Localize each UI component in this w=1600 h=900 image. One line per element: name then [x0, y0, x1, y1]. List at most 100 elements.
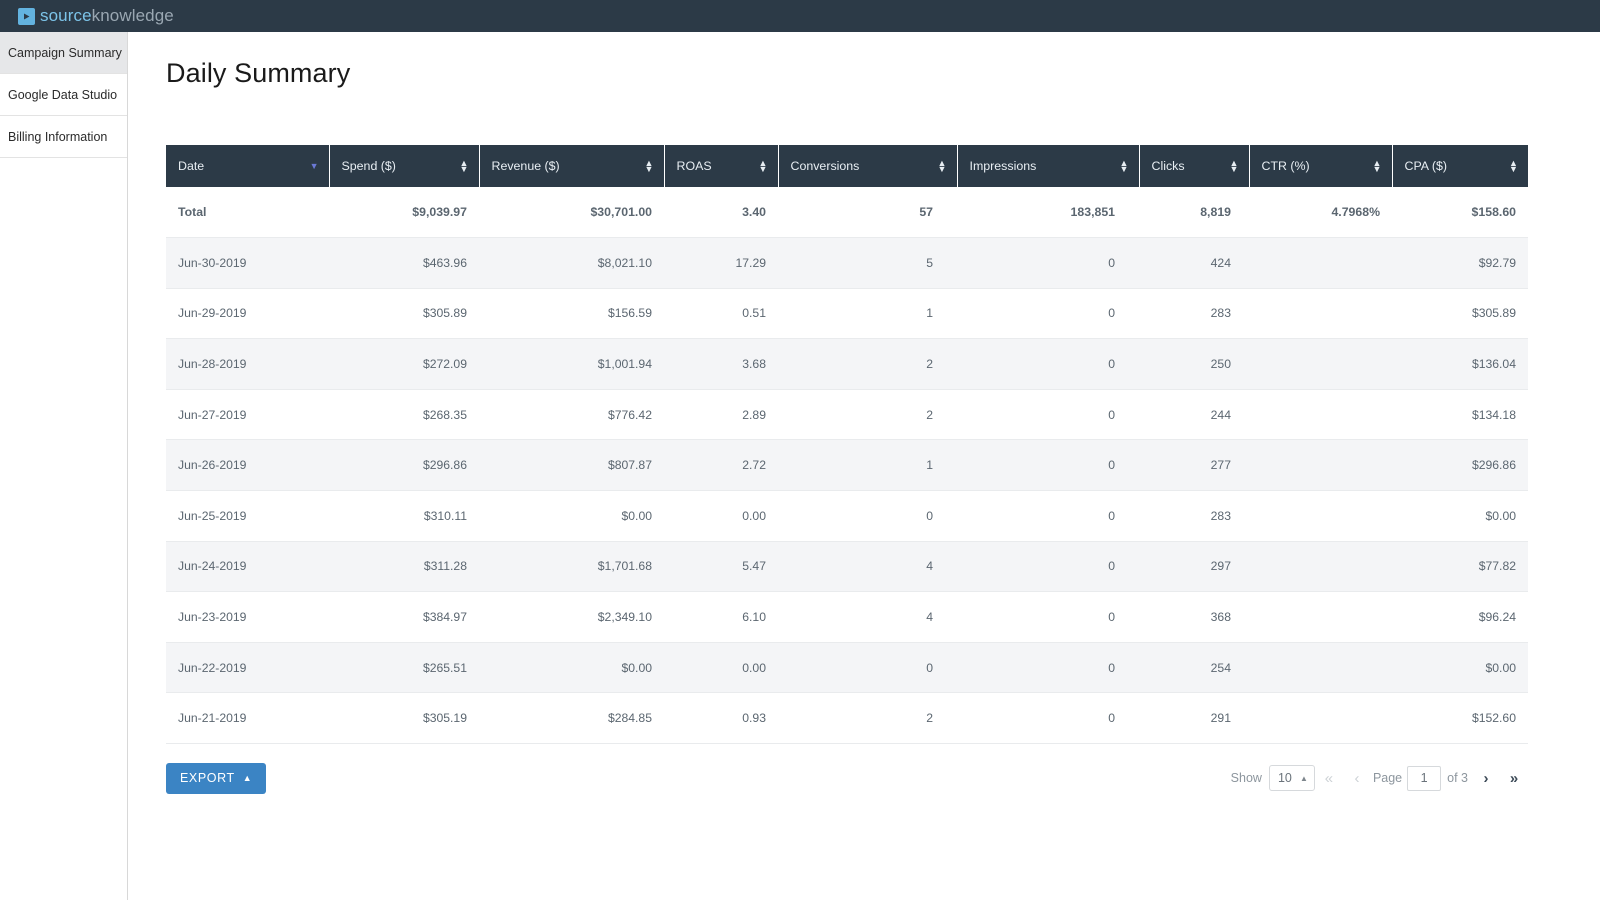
cell-ctr [1249, 338, 1392, 390]
column-header-date[interactable]: Date ▼ [166, 145, 330, 187]
cell-conversions: 4 [778, 541, 957, 593]
cell-ctr [1249, 642, 1392, 694]
table-row[interactable]: Jun-27-2019 $268.35 $776.42 2.89 2 0 244… [166, 389, 1528, 441]
sort-both-icon[interactable]: ▲ ▼ [1373, 159, 1382, 174]
cell-roas: 2.89 [664, 389, 778, 441]
cell-clicks: 291 [1139, 692, 1249, 745]
table-header: Date ▼ Spend ($) ▲ ▼ Revenue ($) ▲ ▼ ROA… [166, 145, 1528, 187]
cell-conversions: 2 [778, 692, 957, 745]
last-page-button[interactable]: » [1500, 764, 1528, 792]
cell-date: Jun-24-2019 [166, 541, 329, 593]
cell-impressions: 0 [957, 692, 1139, 745]
table-row[interactable]: Jun-30-2019 $463.96 $8,021.10 17.29 5 0 … [166, 237, 1528, 289]
total-impressions: 183,851 [957, 187, 1139, 239]
cell-spend: $305.89 [329, 288, 479, 340]
cell-impressions: 0 [957, 338, 1139, 390]
brand-name-part2: knowledge [91, 6, 174, 25]
cell-impressions: 0 [957, 490, 1139, 542]
column-header-impressions[interactable]: Impressions ▲ ▼ [957, 145, 1140, 187]
prev-page-button[interactable]: ‹ [1343, 764, 1371, 792]
page-size-select[interactable]: 10 ▲ [1268, 765, 1315, 792]
play-icon [18, 7, 35, 25]
sidebar-item-google-data-studio[interactable]: Google Data Studio [0, 74, 127, 116]
cell-clicks: 283 [1139, 288, 1249, 340]
column-label: Impressions [969, 159, 1037, 173]
total-conversions: 57 [778, 187, 957, 239]
table-row[interactable]: Jun-28-2019 $272.09 $1,001.94 3.68 2 0 2… [166, 338, 1528, 390]
column-header-revenue[interactable]: Revenue ($) ▲ ▼ [479, 145, 665, 187]
caret-up-icon: ▲ [242, 772, 253, 783]
cell-date: Jun-26-2019 [166, 439, 329, 492]
first-page-button[interactable]: « [1315, 764, 1343, 792]
table-footer: EXPORT ▲ Show 10 ▲ « ‹ Page of 3 › » [166, 756, 1528, 800]
cell-roas: 17.29 [664, 237, 778, 289]
cell-ctr [1249, 237, 1392, 289]
cell-clicks: 277 [1139, 439, 1249, 492]
page-label: Page [1372, 771, 1403, 786]
cell-revenue: $156.59 [479, 288, 664, 340]
column-label: Clicks [1151, 159, 1185, 173]
cell-date: Jun-29-2019 [166, 288, 329, 340]
cell-roas: 5.47 [664, 541, 778, 593]
cell-impressions: 0 [957, 591, 1139, 643]
column-header-roas[interactable]: ROAS ▲ ▼ [664, 145, 779, 187]
cell-conversions: 5 [778, 237, 957, 289]
sort-both-icon[interactable]: ▲ ▼ [1230, 159, 1239, 174]
column-header-clicks[interactable]: Clicks ▲ ▼ [1139, 145, 1250, 187]
total-label: Total [166, 187, 329, 239]
caret-up-icon: ▲ [1300, 773, 1308, 783]
cell-cpa: $96.24 [1392, 591, 1528, 643]
page-title: Daily Summary [166, 58, 351, 88]
cell-roas: 2.72 [664, 439, 778, 492]
sidebar-item-campaign-summary[interactable]: Campaign Summary [0, 32, 127, 74]
cell-ctr [1249, 389, 1392, 441]
total-cpa: $158.60 [1392, 187, 1528, 239]
column-label: Spend ($) [341, 159, 396, 173]
cell-revenue: $2,349.10 [479, 591, 664, 643]
cell-spend: $272.09 [329, 338, 479, 390]
cell-revenue: $1,701.68 [479, 541, 664, 593]
cell-conversions: 4 [778, 591, 957, 643]
cell-date: Jun-28-2019 [166, 338, 329, 390]
table-row[interactable]: Jun-25-2019 $310.11 $0.00 0.00 0 0 283 $… [166, 490, 1528, 542]
table-row[interactable]: Jun-22-2019 $265.51 $0.00 0.00 0 0 254 $… [166, 642, 1528, 694]
app-shell: Campaign Summary Google Data Studio Bill… [0, 32, 1600, 900]
total-spend: $9,039.97 [329, 187, 479, 239]
column-label: ROAS [676, 159, 712, 173]
table-row[interactable]: Jun-23-2019 $384.97 $2,349.10 6.10 4 0 3… [166, 591, 1528, 643]
column-header-ctr[interactable]: CTR (%) ▲ ▼ [1249, 145, 1393, 187]
cell-impressions: 0 [957, 642, 1139, 694]
sort-both-icon[interactable]: ▲ ▼ [759, 159, 768, 174]
sort-desc-icon[interactable]: ▼ [310, 161, 319, 171]
sort-both-icon[interactable]: ▲ ▼ [645, 159, 654, 174]
cell-conversions: 2 [778, 338, 957, 390]
cell-clicks: 254 [1139, 642, 1249, 694]
next-page-button[interactable]: › [1472, 764, 1500, 792]
total-ctr: 4.7968% [1249, 187, 1392, 239]
cell-cpa: $296.86 [1392, 439, 1528, 492]
sort-both-icon[interactable]: ▲ ▼ [460, 159, 469, 174]
export-button[interactable]: EXPORT ▲ [166, 762, 267, 794]
cell-cpa: $305.89 [1392, 288, 1528, 340]
sort-both-icon[interactable]: ▲ ▼ [938, 159, 947, 174]
cell-ctr [1249, 591, 1392, 643]
table-row[interactable]: Jun-21-2019 $305.19 $284.85 0.93 2 0 291… [166, 692, 1528, 745]
cell-clicks: 297 [1139, 541, 1249, 593]
sidebar-item-billing-information[interactable]: Billing Information [0, 116, 127, 158]
sidebar-item-label: Campaign Summary [8, 45, 122, 60]
column-header-conversions[interactable]: Conversions ▲ ▼ [778, 145, 958, 187]
page-number-input[interactable] [1407, 765, 1442, 791]
cell-revenue: $776.42 [479, 389, 664, 441]
sort-both-icon[interactable]: ▲ ▼ [1509, 159, 1518, 174]
table-row[interactable]: Jun-29-2019 $305.89 $156.59 0.51 1 0 283… [166, 288, 1528, 340]
column-header-spend[interactable]: Spend ($) ▲ ▼ [329, 145, 480, 187]
column-header-cpa[interactable]: CPA ($) ▲ ▼ [1392, 145, 1528, 187]
sort-both-icon[interactable]: ▲ ▼ [1120, 159, 1129, 174]
sidebar: Campaign Summary Google Data Studio Bill… [0, 32, 128, 900]
cell-impressions: 0 [957, 389, 1139, 441]
table-row[interactable]: Jun-24-2019 $311.28 $1,701.68 5.47 4 0 2… [166, 541, 1528, 593]
brand-name: sourceknowledge [40, 6, 174, 26]
table-row[interactable]: Jun-26-2019 $296.86 $807.87 2.72 1 0 277… [166, 439, 1528, 492]
cell-cpa: $134.18 [1392, 389, 1528, 441]
brand-logo[interactable]: sourceknowledge [18, 6, 174, 26]
